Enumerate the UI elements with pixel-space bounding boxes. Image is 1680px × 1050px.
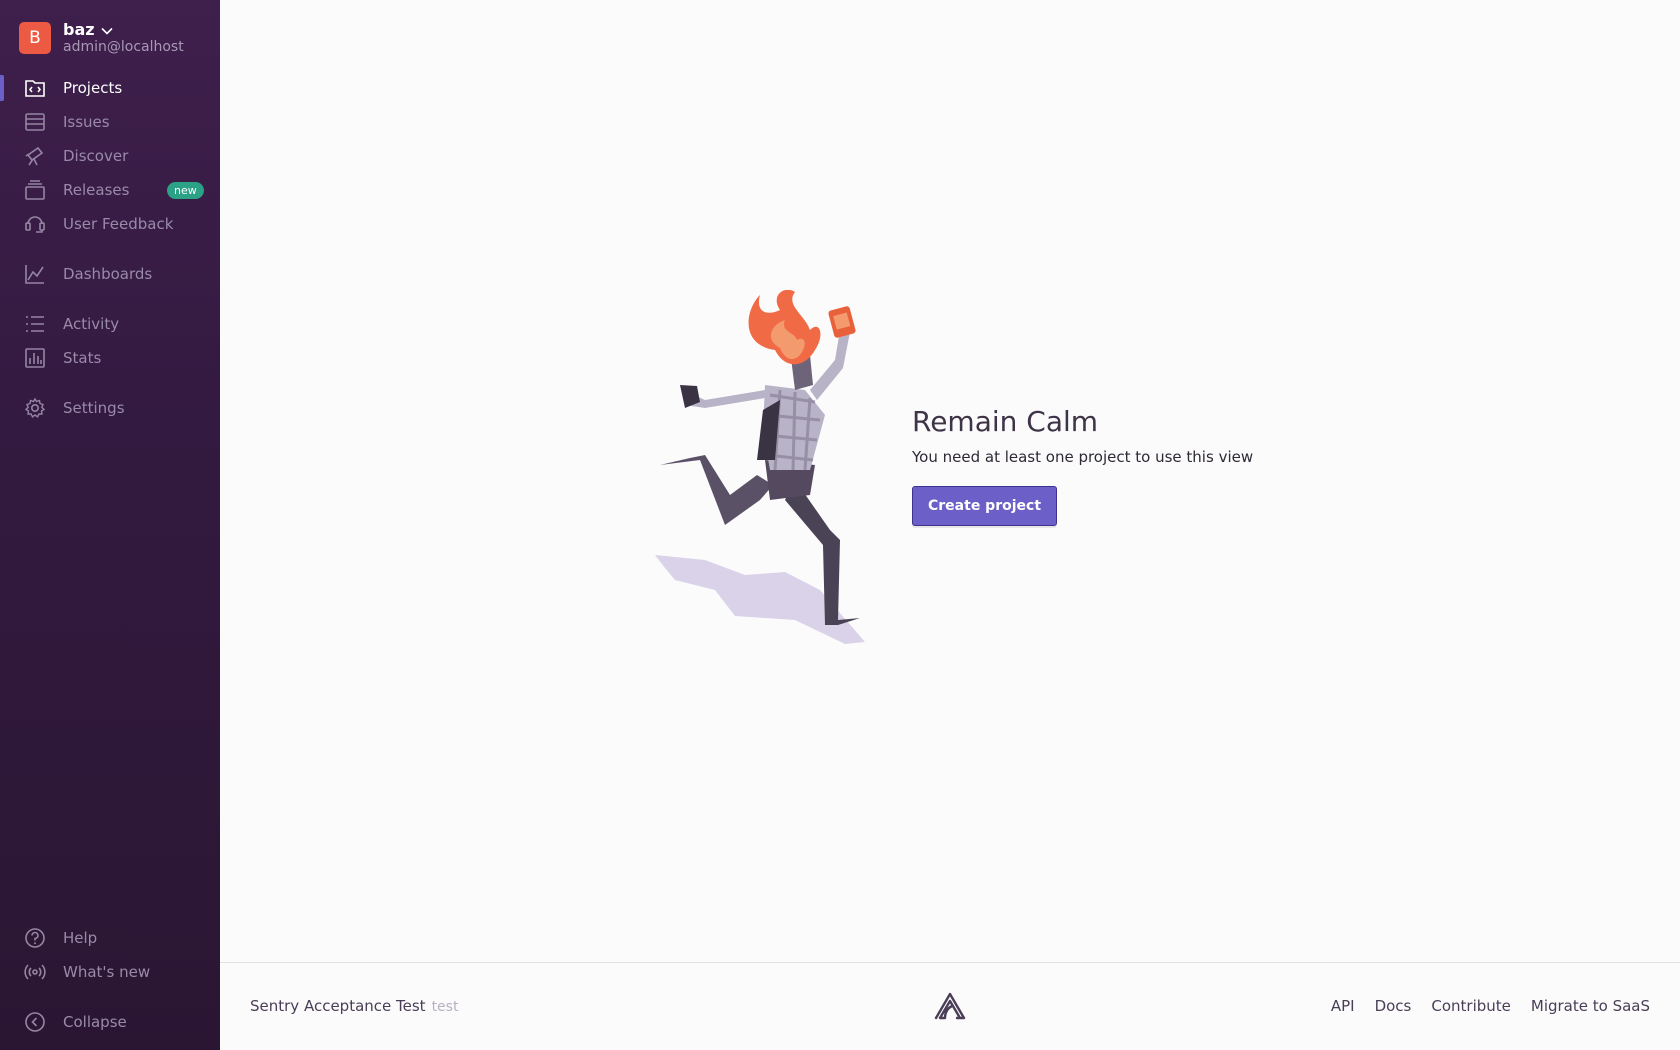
main-content: Remain Calm You need at least one projec… [220,0,1680,962]
footer-site-name: Sentry Acceptance Test [250,997,426,1015]
empty-state: Remain Calm You need at least one projec… [912,405,1253,526]
org-switcher[interactable]: B baz admin@localhost [19,20,184,55]
sidebar-item-label: Activity [63,315,120,333]
empty-state-description: You need at least one project to use thi… [912,448,1254,466]
footer-site-info: Sentry Acceptance Test test [250,997,458,1015]
sidebar-item-label: Issues [63,113,110,131]
stats-icon [24,347,46,369]
activity-icon [24,313,46,335]
releases-icon [24,179,46,201]
dashboards-icon [24,263,46,285]
create-project-button[interactable]: Create project [912,486,1058,526]
user-feedback-icon [24,213,46,235]
whats-new-icon [24,961,46,983]
sidebar-item-label: Stats [63,349,102,367]
sidebar-collapse-button[interactable]: Collapse [0,1007,220,1037]
sidebar-item-label: Discover [63,147,129,165]
projects-icon [24,77,46,99]
org-avatar: B [19,22,51,55]
discover-icon [24,145,46,167]
sidebar-item-dashboards[interactable]: Dashboards [0,259,220,289]
settings-icon [24,397,46,419]
footer: Sentry Acceptance Test test API Docs Cont… [220,962,1680,1050]
sidebar-item-label: Collapse [63,1013,127,1031]
new-badge: new [167,181,204,199]
sidebar-item-stats[interactable]: Stats [0,343,220,373]
issues-icon [24,111,46,133]
footer-link-contribute[interactable]: Contribute [1431,997,1511,1015]
help-icon [24,927,46,949]
chevron-down-icon [100,22,113,39]
sidebar-item-label: User Feedback [63,215,174,233]
sidebar-item-label: Releases [63,181,130,199]
sidebar-item-releases[interactable]: Releases new [0,175,220,205]
sidebar-item-help[interactable]: Help [0,923,220,953]
sidebar-item-discover[interactable]: Discover [0,141,220,171]
sidebar-item-activity[interactable]: Activity [0,309,220,339]
empty-state-title: Remain Calm [912,405,1099,438]
sidebar-item-label: Projects [63,79,123,97]
footer-links: API Docs Contribute Migrate to SaaS [1331,997,1650,1015]
sentry-logo-icon[interactable] [933,991,967,1025]
sidebar-item-label: Settings [63,399,125,417]
sidebar-item-label: Help [63,929,98,947]
footer-link-api[interactable]: API [1331,997,1355,1015]
sidebar-item-settings[interactable]: Settings [0,393,220,423]
footer-link-migrate[interactable]: Migrate to SaaS [1531,997,1650,1015]
sidebar-item-label: What's new [63,963,151,981]
environment-label: test [431,999,459,1015]
footer-link-docs[interactable]: Docs [1375,997,1412,1015]
org-name: baz [63,20,95,39]
sidebar-item-whats-new[interactable]: What's new [0,957,220,987]
sidebar-item-projects[interactable]: Projects [0,73,220,103]
sidebar-item-user-feedback[interactable]: User Feedback [0,209,220,239]
user-email: admin@localhost [63,38,184,55]
sidebar-item-issues[interactable]: Issues [0,107,220,137]
sidebar: B baz admin@localhost Projects Issues Di… [0,0,220,1050]
sidebar-item-label: Dashboards [63,265,153,283]
collapse-icon [24,1011,46,1033]
